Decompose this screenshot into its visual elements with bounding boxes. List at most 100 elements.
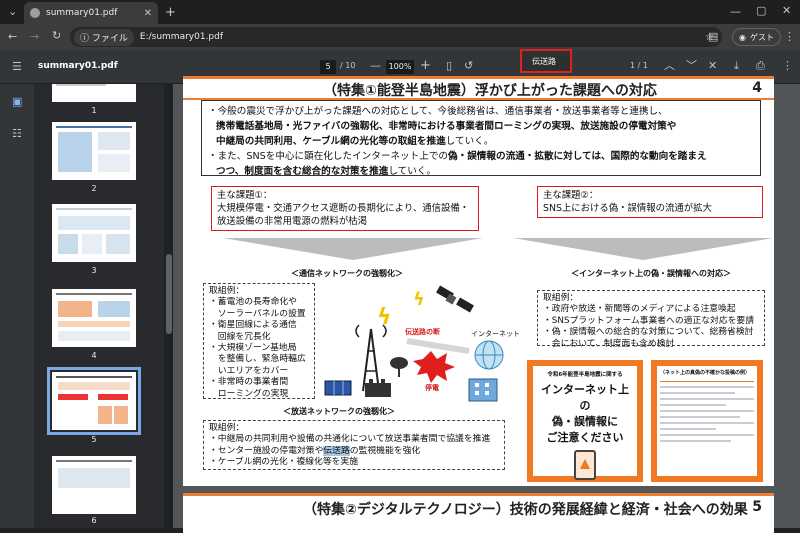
zoom-in-icon[interactable]: + xyxy=(420,59,431,72)
rotate-icon[interactable]: ↺ xyxy=(464,60,473,71)
issue-1-line-1: 大規模停電・交通アクセス遮断の長期化により、通信設備・ xyxy=(217,203,470,214)
issue-2-box: 主な課題②： SNS上における偽・誤情報の流通が拡大 xyxy=(537,186,763,218)
thumbnail-label: 1 xyxy=(91,106,97,115)
lightning-icon: ϟ xyxy=(377,305,392,330)
tab-summary01[interactable]: summary01.pdf ✕ xyxy=(24,2,158,24)
pdf-page-4: （特集①能登半島地震）浮かび上がった課題への対応 4 ・今般の震災で浮かび上がっ… xyxy=(183,76,774,486)
network-example-item: 回線を冗長化 xyxy=(209,331,271,342)
thumbnail-label: 4 xyxy=(91,351,97,360)
network-examples-title: 取組例： xyxy=(209,286,245,296)
thumbnail-page-2[interactable] xyxy=(52,122,136,180)
thumbnail-page-3[interactable] xyxy=(52,204,136,262)
intro-line-3b: していく。 xyxy=(445,136,494,147)
network-diagram: ϟ ϟ 伝送路の断 インターネット 停電 xyxy=(319,281,525,406)
thumbnail-page-4[interactable] xyxy=(52,289,136,347)
outage-label: 停電 xyxy=(425,384,439,392)
find-input[interactable]: 伝送路 xyxy=(520,49,572,73)
intro-line-5b: していく。 xyxy=(388,166,436,177)
internet-examples-title: 取組例： xyxy=(543,293,579,303)
thumbnail-page-5-selected[interactable] xyxy=(47,367,141,435)
hamburger-menu-icon[interactable]: ☰ xyxy=(12,61,22,72)
arrow-network xyxy=(223,238,483,260)
window-close-icon[interactable]: ✕ xyxy=(782,5,791,16)
file-chip[interactable]: ⓘ ファイル xyxy=(74,28,134,46)
minimize-icon[interactable]: — xyxy=(730,6,741,17)
find-close-icon[interactable]: ✕ xyxy=(708,60,717,71)
poster-small-heading: 令和6年能登半島地震に関する xyxy=(547,372,623,378)
label-internet-misinformation: ＜インターネット上の偽・誤情報への対応＞ xyxy=(571,269,731,278)
find-previous-icon[interactable]: ︿ xyxy=(664,60,675,71)
internet-label: インターネット xyxy=(471,330,520,338)
thumbnail-label: 3 xyxy=(91,266,97,275)
url-text[interactable]: E:/summary01.pdf xyxy=(140,32,223,42)
close-icon[interactable]: ✕ xyxy=(144,8,152,19)
guest-profile-button[interactable]: ◉ ゲスト xyxy=(732,28,781,46)
thumbnail-label: 5 xyxy=(91,435,97,444)
intro-line-2: 携帯電話基地局・光ファイバの強靱化、非常時における事業者間ローミングの実現、放送… xyxy=(216,121,677,132)
internet-example-item: ・偽・誤情報への総合的な対策について、総務省検討 xyxy=(543,327,754,338)
path-break-label: 伝送路の断 xyxy=(405,328,440,336)
satellite-icon xyxy=(436,285,474,313)
zoom-input[interactable]: 100% xyxy=(386,60,414,74)
solar-panel-icon xyxy=(324,380,352,396)
network-example-item: ・非常時の事業者間 xyxy=(209,377,289,388)
person-icon: ◉ xyxy=(739,32,746,42)
forward-icon[interactable]: → xyxy=(30,31,39,42)
network-examples-box: 取組例： ・蓄電池の長寿命化や ソーラーパネルの設置 ・衛星回線による通信 回線… xyxy=(203,283,315,399)
omnibox[interactable]: ⓘ ファイル E:/summary01.pdf ☆ xyxy=(70,27,722,47)
broadcast-examples-title: 取組例： xyxy=(209,423,245,433)
label-network-resilience: ＜通信ネットワークの強靱化＞ xyxy=(291,269,403,278)
plus-icon[interactable]: + xyxy=(165,6,176,19)
intro-line-3a: 中継局の共同利用、ケーブル網の光化等の取組を推進 xyxy=(216,136,446,147)
total-pages: / 10 xyxy=(340,61,356,70)
title-top-rule xyxy=(183,76,774,79)
outage-burst-icon xyxy=(413,351,455,383)
pdf-viewer[interactable]: （特集①能登半島地震）浮かび上がった課題への対応 4 ・今般の震災で浮かび上がっ… xyxy=(173,76,800,533)
intro-line-4b: 偽・誤情報の流通・拡散に対しては、国際的な動向を踏まえ xyxy=(448,151,707,162)
thumbnail-scrollbar[interactable] xyxy=(165,84,173,528)
sidebar-rail: ▣ ☷ xyxy=(0,84,34,528)
fit-page-icon[interactable]: ▯ xyxy=(446,60,452,71)
back-icon[interactable]: ← xyxy=(8,31,17,42)
zoom-out-icon[interactable]: — xyxy=(370,60,381,71)
network-example-item: ・大規模ゾーン基地局 xyxy=(209,343,297,354)
page5-number: 5 xyxy=(752,499,762,515)
internet-example-item: 会において、制度面も含め検討 xyxy=(543,338,675,349)
find-next-icon[interactable]: ﹀ xyxy=(686,60,697,71)
page4-number: 4 xyxy=(752,80,762,96)
scrollbar-thumb[interactable] xyxy=(166,254,172,334)
arrow-internet xyxy=(513,238,773,260)
thumbnail-page-1[interactable] xyxy=(52,84,136,102)
reload-icon[interactable]: ↻ xyxy=(52,30,61,41)
label-broadcast-resilience: ＜放送ネットワークの強靱化＞ xyxy=(283,407,395,416)
satellite-dish-icon xyxy=(390,357,408,377)
thumbnail-panel: 1 2 3 4 5 6 xyxy=(34,84,164,528)
poster-line-3: ご注意ください xyxy=(546,431,624,444)
outline-view-icon[interactable]: ☷ xyxy=(12,128,22,139)
poster2-heading: （ネット上の真偽の不確かな投稿の例） xyxy=(660,370,751,376)
tab-strip: ⌄ summary01.pdf ✕ + — ▢ ✕ xyxy=(0,0,800,24)
more-options-icon[interactable]: ⋮ xyxy=(782,60,793,71)
find-highlight-match: 伝送路 xyxy=(323,445,350,456)
print-icon[interactable]: ⎙ xyxy=(756,60,765,71)
pdf-file-name: summary01.pdf xyxy=(38,61,118,71)
network-example-item: ・蓄電池の長寿命化や xyxy=(209,297,297,308)
issue-1-box: 主な課題①： 大規模停電・交通アクセス遮断の長期化により、通信設備・ 放送設備の… xyxy=(211,186,479,231)
thumbnails-view-icon[interactable]: ▣ xyxy=(12,96,22,107)
thumbnail-page-6[interactable] xyxy=(52,456,136,514)
network-example-item: ローミングの実現 xyxy=(209,388,289,399)
internet-example-item: ・SNSプラットフォーム事業者への適正な対応を要請 xyxy=(543,315,755,326)
maximize-icon[interactable]: ▢ xyxy=(756,5,766,16)
page-number-input[interactable]: 5 xyxy=(320,60,336,74)
poster-line-2: 偽・誤情報に xyxy=(552,415,618,428)
menu-dots-icon[interactable]: ⋮ xyxy=(784,31,795,42)
internet-examples-box: 取組例： ・政府や放送・新聞等のメディアによる注意喚起 ・SNSプラットフォーム… xyxy=(537,290,765,349)
network-example-item: ・衛星回線による通信 xyxy=(209,320,297,331)
broadcast-example-1: ・中継局の共同利用や設備の共通化について放送事業者間で協議を推進 xyxy=(209,434,491,445)
download-icon[interactable]: ⤓ xyxy=(734,60,739,71)
tab-search-icon[interactable]: ⌄ xyxy=(8,6,17,17)
pdf-save-icon[interactable]: ▤ xyxy=(708,31,718,42)
page4-title: （特集①能登半島地震）浮かび上がった課題への対応 xyxy=(323,83,657,99)
issue-1-line-2: 放送設備の非常用電源の燃料が枯渇 xyxy=(217,216,368,227)
intro-box: ・今般の震災で浮かび上がった課題への対応として、今後総務省は、通信事業者・放送事… xyxy=(201,100,761,177)
